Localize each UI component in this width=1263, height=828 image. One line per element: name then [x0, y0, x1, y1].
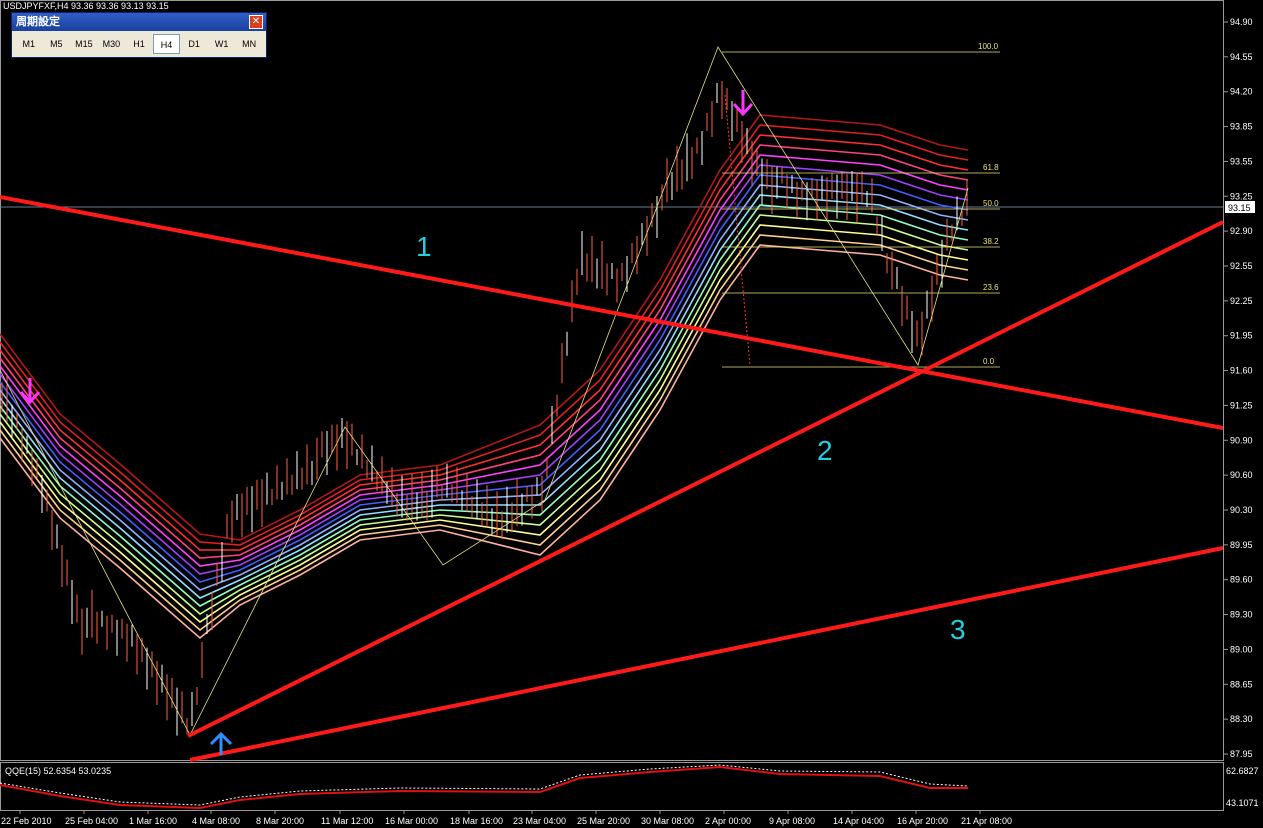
candles	[1, 81, 968, 736]
close-icon[interactable]: ✕	[249, 15, 263, 29]
current-price-tag: 93.15	[1228, 203, 1251, 213]
trendline-label-3: 3	[950, 614, 966, 645]
timeframe-button-mn[interactable]: MN	[235, 34, 263, 54]
price-tick-label: 89.00	[1230, 644, 1253, 654]
time-tick-label: 25 Mar 20:00	[577, 816, 630, 826]
time-tick-label: 9 Apr 08:00	[769, 816, 815, 826]
timeframe-button-m15[interactable]: M15	[70, 34, 98, 54]
price-tick-label: 91.60	[1230, 366, 1253, 376]
timeframe-button-w1[interactable]: W1	[208, 34, 236, 54]
price-tick-label: 88.65	[1230, 679, 1253, 689]
trendline-2	[187, 220, 1224, 738]
timeframe-button-h1[interactable]: H1	[125, 34, 153, 54]
time-tick-label: 21 Apr 08:00	[961, 816, 1012, 826]
ma-line	[0, 124, 969, 546]
fib-level-label: 50.0	[983, 199, 999, 208]
price-tick-label: 94.90	[1230, 17, 1253, 27]
fib-level-label: 23.6	[983, 283, 999, 292]
timeframe-button-m30[interactable]: M30	[98, 34, 126, 54]
price-tick-label: 89.30	[1230, 610, 1253, 620]
price-tick-label: 92.25	[1230, 296, 1253, 306]
fib-level-label: 38.2	[983, 237, 999, 246]
price-tick-label: 93.25	[1230, 191, 1253, 201]
ma-line	[0, 214, 969, 615]
time-tick-label: 30 Mar 08:00	[641, 816, 694, 826]
ma-line	[0, 204, 969, 607]
price-tick-label: 90.30	[1230, 505, 1253, 515]
qqe-min-label: 43.1071	[1226, 798, 1259, 808]
price-tick-label: 94.55	[1230, 52, 1253, 62]
timeframe-button-d1[interactable]: D1	[180, 34, 208, 54]
fib-level-label: 100.0	[978, 42, 999, 51]
ma-line	[0, 134, 969, 551]
symbol-header: USDJPYFXF,H4 93.36 93.36 93.13 93.15	[3, 1, 169, 11]
timeframe-buttons: M1 M5 M15 M30 H1 H4 D1 W1 MN	[12, 31, 266, 57]
ma-line	[0, 194, 969, 599]
time-tick-label: 25 Feb 04:00	[65, 816, 118, 826]
price-tick-label: 91.95	[1230, 331, 1253, 341]
time-tick-label: 2 Apr 00:00	[705, 816, 751, 826]
time-tick-label: 16 Apr 20:00	[897, 816, 948, 826]
time-tick-label: 4 Mar 08:00	[192, 816, 240, 826]
panel-title: 周期設定	[16, 15, 60, 28]
ma-line	[0, 184, 969, 591]
time-tick-label: 11 Mar 12:00	[321, 816, 373, 826]
price-tick-label: 88.30	[1230, 714, 1253, 724]
price-tick-label: 92.55	[1230, 261, 1253, 271]
timeframe-button-h4[interactable]: H4	[152, 34, 181, 54]
price-tick-label: 93.85	[1230, 122, 1253, 132]
qqe-max-label: 62.6827	[1226, 766, 1259, 776]
timeframe-button-m1[interactable]: M1	[15, 34, 43, 54]
price-tick-label: 91.25	[1230, 400, 1253, 410]
price-tick-label: 92.90	[1230, 226, 1253, 236]
trendline-label-1: 1	[416, 231, 432, 262]
time-axis: 22 Feb 2010 25 Feb 04:00 1 Mar 16:00 4 Mar …	[1, 810, 1012, 826]
timeframe-button-m5[interactable]: M5	[43, 34, 71, 54]
ma-line	[0, 224, 969, 624]
trendline-3	[189, 546, 1224, 762]
qqe-header: QQE(15) 52.6354 53.0235	[5, 766, 112, 776]
time-tick-label: 14 Apr 04:00	[833, 816, 884, 826]
price-chart[interactable]: 94.90 94.55 94.20 93.85 93.55 93.25 92.90 92.55…	[0, 0, 1263, 828]
fib-level-label: 61.8	[983, 163, 999, 172]
qqe-signal	[0, 764, 969, 806]
price-axis: 94.90 94.55 94.20 93.85 93.55 93.25 92.90 92.55…	[1223, 17, 1253, 759]
ma-ribbon	[0, 114, 969, 640]
price-tick-label: 89.60	[1230, 575, 1253, 585]
price-tick-label: 93.55	[1230, 156, 1253, 166]
price-tick-label: 90.60	[1230, 470, 1253, 480]
time-tick-label: 8 Mar 20:00	[256, 816, 304, 826]
qqe-line	[0, 765, 968, 810]
trendline-label-2: 2	[817, 435, 833, 466]
fib-level-label: 0.0	[983, 357, 995, 366]
time-tick-label: 18 Mar 16:00	[450, 816, 503, 826]
projection-line	[724, 94, 751, 366]
time-tick-label: 23 Mar 04:00	[513, 816, 566, 826]
ma-line	[0, 174, 969, 583]
price-tick-label: 90.90	[1230, 435, 1253, 445]
price-tick-label: 89.95	[1230, 540, 1253, 550]
fibonacci-levels: 100.0 61.8 50.0 38.2 23.6 0.0	[722, 42, 1000, 368]
price-tick-label: 87.95	[1230, 749, 1253, 759]
panel-titlebar[interactable]: 周期設定 ✕	[12, 13, 266, 31]
time-tick-label: 22 Feb 2010	[1, 816, 52, 826]
ma-line	[0, 234, 969, 632]
timeframe-panel[interactable]: 周期設定 ✕ M1 M5 M15 M30 H1 H4 D1 W1 MN	[11, 12, 267, 58]
time-tick-label: 16 Mar 00:00	[385, 816, 438, 826]
price-tick-label: 94.20	[1230, 87, 1253, 97]
time-tick-label: 1 Mar 16:00	[129, 816, 177, 826]
